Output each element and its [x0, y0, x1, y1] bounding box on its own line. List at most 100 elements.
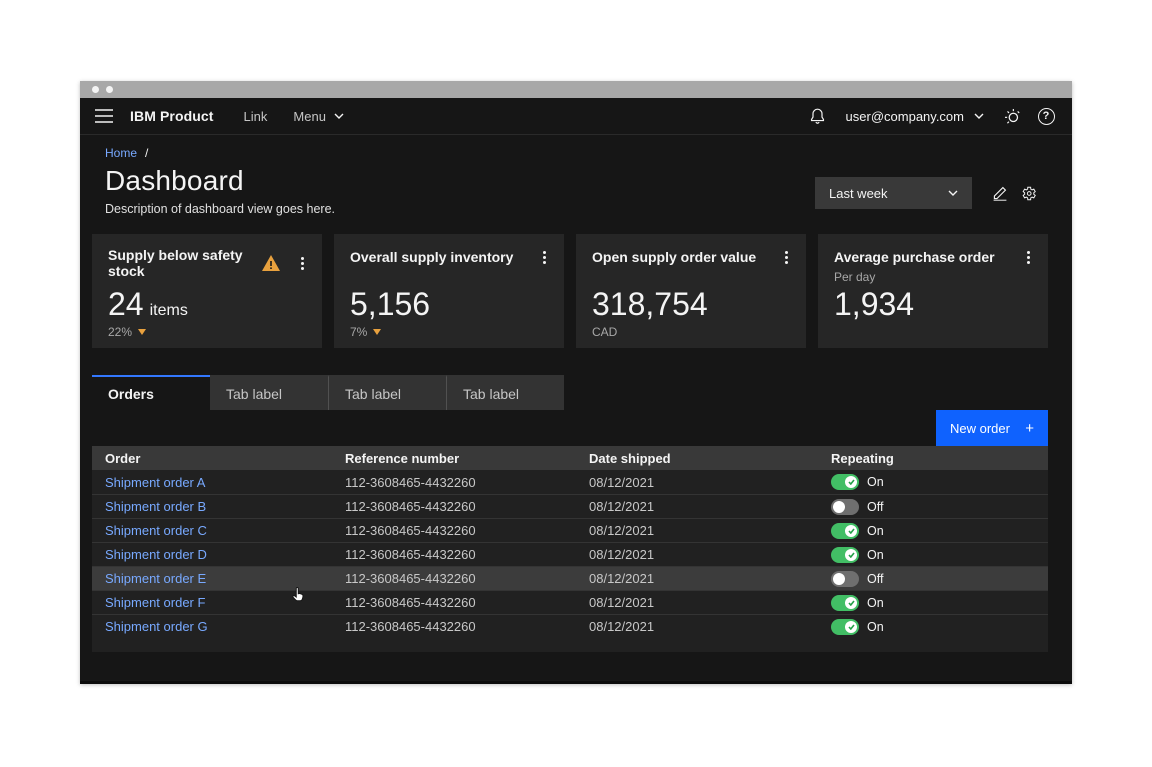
tab-orders[interactable]: Orders	[92, 375, 210, 410]
repeating-toggle[interactable]	[831, 474, 859, 490]
card-title: Open supply order value	[592, 249, 774, 265]
card-delta: 22%	[108, 325, 132, 339]
column-header-repeating[interactable]: Repeating	[818, 451, 1048, 466]
reference-cell: 112-3608465-4432260	[332, 547, 576, 562]
theme-toggle-button[interactable]	[998, 102, 1026, 130]
column-header-reference[interactable]: Reference number	[332, 451, 576, 466]
card-subtitle: Per day	[834, 270, 1040, 284]
plus-icon: +	[1025, 420, 1034, 437]
header-menu-button[interactable]: Menu	[293, 109, 344, 124]
order-link[interactable]: Shipment order B	[105, 499, 206, 514]
product-name: IBM Product	[130, 108, 214, 124]
help-icon: ?	[1038, 108, 1055, 125]
toggle-state-label: On	[867, 475, 884, 489]
warning-icon	[262, 255, 280, 271]
order-link[interactable]: Shipment order F	[105, 595, 205, 610]
toggle-state-label: Off	[867, 572, 883, 586]
table-footer-spacer	[92, 638, 1048, 652]
order-link[interactable]: Shipment order A	[105, 475, 205, 490]
table-row[interactable]: Shipment order F 112-3608465-4432260 08/…	[92, 590, 1048, 614]
table-row[interactable]: Shipment order C 112-3608465-4432260 08/…	[92, 518, 1048, 542]
toggle-state-label: On	[867, 524, 884, 538]
app-window: IBM Product Link Menu user@company.com	[80, 81, 1072, 684]
overflow-menu-icon[interactable]	[532, 247, 556, 267]
table-row[interactable]: Shipment order D 112-3608465-4432260 08/…	[92, 542, 1048, 566]
bell-icon	[809, 107, 826, 125]
chevron-down-icon	[948, 190, 958, 196]
gear-icon	[1020, 185, 1037, 202]
card-title: Average purchase order	[834, 249, 1016, 265]
toggle-knob	[845, 621, 857, 633]
breadcrumb: Home /	[105, 146, 1048, 160]
overflow-menu-icon[interactable]	[774, 247, 798, 267]
repeating-toggle[interactable]	[831, 619, 859, 635]
card-value: 24	[108, 286, 144, 323]
toggle-state-label: On	[867, 548, 884, 562]
user-menu-button[interactable]: user@company.com	[846, 109, 984, 124]
toggle-state-label: Off	[867, 500, 883, 514]
order-link[interactable]: Shipment order C	[105, 523, 207, 538]
help-button[interactable]: ?	[1032, 102, 1060, 130]
table-row[interactable]: Shipment order A 112-3608465-4432260 08/…	[92, 470, 1048, 494]
chevron-down-icon	[974, 113, 984, 119]
repeating-toggle[interactable]	[831, 571, 859, 587]
header-menu-label: Menu	[293, 109, 326, 124]
column-header-date[interactable]: Date shipped	[576, 451, 818, 466]
card-unit: CAD	[592, 325, 617, 339]
window-dot[interactable]	[106, 86, 113, 93]
reference-cell: 112-3608465-4432260	[332, 475, 576, 490]
notifications-button[interactable]	[804, 102, 832, 130]
toggle-knob	[845, 597, 857, 609]
hamburger-icon	[95, 109, 113, 123]
repeating-toggle[interactable]	[831, 523, 859, 539]
settings-button[interactable]	[1014, 179, 1042, 207]
order-link[interactable]: Shipment order E	[105, 571, 206, 586]
hamburger-menu-button[interactable]	[90, 102, 118, 130]
toggle-knob	[845, 549, 857, 561]
caret-down-icon	[373, 329, 381, 335]
column-header-order[interactable]: Order	[92, 451, 332, 466]
time-range-value: Last week	[829, 186, 888, 201]
card-title: Overall supply inventory	[350, 249, 532, 265]
tab-label-2[interactable]: Tab label	[328, 375, 446, 410]
repeating-toggle[interactable]	[831, 595, 859, 611]
table-row[interactable]: Shipment order B 112-3608465-4432260 08/…	[92, 494, 1048, 518]
app-surface: IBM Product Link Menu user@company.com	[80, 98, 1072, 684]
tab-label-1[interactable]: Tab label	[210, 375, 328, 410]
window-dot[interactable]	[92, 86, 99, 93]
card-title: Supply below safety stock	[108, 247, 262, 279]
overflow-menu-icon[interactable]	[290, 253, 314, 273]
date-cell: 08/12/2021	[576, 571, 818, 586]
time-range-dropdown[interactable]: Last week	[815, 177, 972, 209]
new-order-label: New order	[950, 421, 1010, 436]
date-cell: 08/12/2021	[576, 547, 818, 562]
reference-cell: 112-3608465-4432260	[332, 523, 576, 538]
toggle-state-label: On	[867, 596, 884, 610]
reference-cell: 112-3608465-4432260	[332, 499, 576, 514]
table-body: Shipment order A 112-3608465-4432260 08/…	[92, 470, 1048, 638]
repeating-toggle[interactable]	[831, 499, 859, 515]
table-header-row: Order Reference number Date shipped Repe…	[92, 446, 1048, 470]
edit-button[interactable]	[986, 179, 1014, 207]
reference-cell: 112-3608465-4432260	[332, 595, 576, 610]
header-link[interactable]: Link	[244, 109, 268, 124]
table-row[interactable]: Shipment order G 112-3608465-4432260 08/…	[92, 614, 1048, 638]
breadcrumb-home-link[interactable]: Home	[105, 146, 137, 160]
table-toolbar: New order +	[92, 410, 1048, 446]
overflow-menu-icon[interactable]	[1016, 247, 1040, 267]
caret-down-icon	[138, 329, 146, 335]
light-awake-icon	[1003, 107, 1021, 125]
order-link[interactable]: Shipment order G	[105, 619, 208, 634]
card-value: 5,156	[350, 286, 430, 323]
repeating-toggle[interactable]	[831, 547, 859, 563]
tab-label-3[interactable]: Tab label	[446, 375, 564, 410]
order-link[interactable]: Shipment order D	[105, 547, 207, 562]
new-order-button[interactable]: New order +	[936, 410, 1048, 446]
metric-card-supply-below: Supply below safety stock 24 items 22%	[92, 234, 322, 348]
toggle-knob	[845, 476, 857, 488]
card-value: 318,754	[592, 286, 708, 323]
metric-cards-row: Supply below safety stock 24 items 22%	[92, 234, 1048, 348]
table-row[interactable]: Shipment order E 112-3608465-4432260 08/…	[92, 566, 1048, 590]
tab-bar: Orders Tab label Tab label Tab label	[92, 375, 1048, 410]
window-chrome	[80, 81, 1072, 98]
